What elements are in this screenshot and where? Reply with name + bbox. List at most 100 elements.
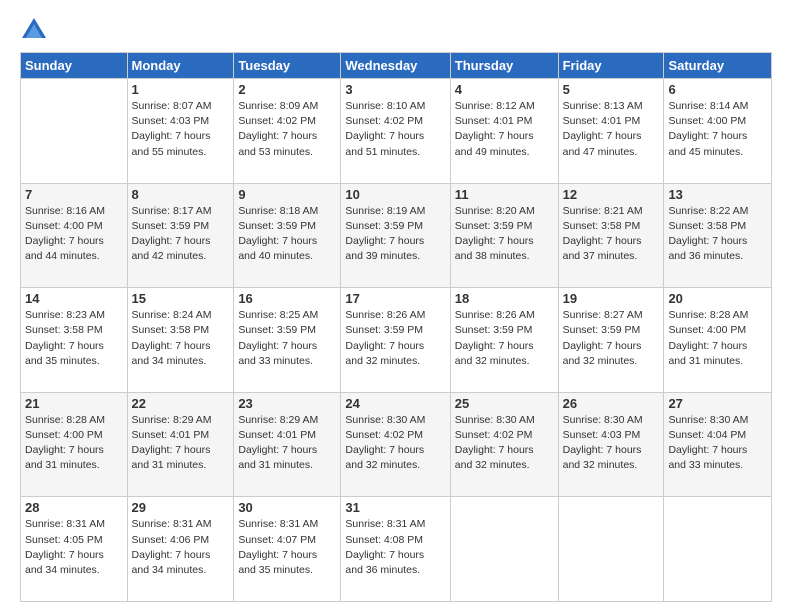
calendar-cell: 25 Sunrise: 8:30 AMSunset: 4:02 PMDayligh…: [450, 392, 558, 497]
calendar-cell: 26 Sunrise: 8:30 AMSunset: 4:03 PMDayligh…: [558, 392, 664, 497]
day-number: 24: [345, 396, 445, 411]
day-number: 21: [25, 396, 123, 411]
day-number: 14: [25, 291, 123, 306]
day-info: Sunrise: 8:29 AMSunset: 4:01 PMDaylight:…: [132, 413, 230, 474]
day-info: Sunrise: 8:27 AMSunset: 3:59 PMDaylight:…: [563, 308, 660, 369]
day-info: Sunrise: 8:18 AMSunset: 3:59 PMDaylight:…: [238, 204, 336, 265]
day-info: Sunrise: 8:30 AMSunset: 4:03 PMDaylight:…: [563, 413, 660, 474]
day-info: Sunrise: 8:31 AMSunset: 4:06 PMDaylight:…: [132, 517, 230, 578]
calendar-cell: 3Sunrise: 8:10 AMSunset: 4:02 PMDaylight…: [341, 79, 450, 184]
week-row-1: 1 Sunrise: 8:07 AMSunset: 4:03 PMDaylight…: [21, 79, 772, 184]
calendar-cell: 2Sunrise: 8:09 AMSunset: 4:02 PMDaylight…: [234, 79, 341, 184]
day-info: Sunrise: 8:25 AMSunset: 3:59 PMDaylight:…: [238, 308, 336, 369]
day-info: Sunrise: 8:31 AMSunset: 4:08 PMDaylight:…: [345, 517, 445, 578]
calendar-cell: 28 Sunrise: 8:31 AMSunset: 4:05 PMDayligh…: [21, 497, 128, 602]
day-info: Sunrise: 8:20 AMSunset: 3:59 PMDaylight:…: [455, 204, 554, 265]
logo: [20, 16, 52, 44]
header-day-sunday: Sunday: [21, 53, 128, 79]
week-row-5: 28 Sunrise: 8:31 AMSunset: 4:05 PMDayligh…: [21, 497, 772, 602]
page: SundayMondayTuesdayWednesdayThursdayFrid…: [0, 0, 792, 612]
day-number: 25: [455, 396, 554, 411]
calendar-body: 1 Sunrise: 8:07 AMSunset: 4:03 PMDaylight…: [21, 79, 772, 602]
header-day-thursday: Thursday: [450, 53, 558, 79]
day-number: 22: [132, 396, 230, 411]
day-info: Sunrise: 8:16 AMSunset: 4:00 PMDaylight:…: [25, 204, 123, 265]
calendar-cell: 14 Sunrise: 8:23 AMSunset: 3:58 PMDayligh…: [21, 288, 128, 393]
day-info: Sunrise: 8:26 AMSunset: 3:59 PMDaylight:…: [455, 308, 554, 369]
calendar-cell: 10 Sunrise: 8:19 AMSunset: 3:59 PMDayligh…: [341, 183, 450, 288]
week-row-4: 21 Sunrise: 8:28 AMSunset: 4:00 PMDayligh…: [21, 392, 772, 497]
day-info: Sunrise: 8:21 AMSunset: 3:58 PMDaylight:…: [563, 204, 660, 265]
calendar-cell: [664, 497, 772, 602]
day-info: Sunrise: 8:31 AMSunset: 4:05 PMDaylight:…: [25, 517, 123, 578]
calendar-cell: 6Sunrise: 8:14 AMSunset: 4:00 PMDaylight…: [664, 79, 772, 184]
header-day-tuesday: Tuesday: [234, 53, 341, 79]
day-number: 28: [25, 500, 123, 515]
day-number: 16: [238, 291, 336, 306]
calendar-cell: 8Sunrise: 8:17 AMSunset: 3:59 PMDaylight…: [127, 183, 234, 288]
day-info: Sunrise: 8:29 AMSunset: 4:01 PMDaylight:…: [238, 413, 336, 474]
day-number: 12: [563, 187, 660, 202]
header: [20, 16, 772, 44]
day-number: 8: [132, 187, 230, 202]
day-info: Sunrise: 8:28 AMSunset: 4:00 PMDaylight:…: [668, 308, 767, 369]
day-info: Sunrise: 8:13 AMSunset: 4:01 PMDaylight:…: [563, 99, 660, 160]
day-info: Sunrise: 8:09 AMSunset: 4:02 PMDaylight:…: [238, 99, 336, 160]
day-number: 15: [132, 291, 230, 306]
day-info: Sunrise: 8:07 AMSunset: 4:03 PMDaylight:…: [132, 99, 230, 160]
header-row: SundayMondayTuesdayWednesdayThursdayFrid…: [21, 53, 772, 79]
calendar-cell: 11 Sunrise: 8:20 AMSunset: 3:59 PMDayligh…: [450, 183, 558, 288]
calendar-cell: 16 Sunrise: 8:25 AMSunset: 3:59 PMDayligh…: [234, 288, 341, 393]
day-info: Sunrise: 8:30 AMSunset: 4:02 PMDaylight:…: [345, 413, 445, 474]
week-row-3: 14 Sunrise: 8:23 AMSunset: 3:58 PMDayligh…: [21, 288, 772, 393]
day-number: 23: [238, 396, 336, 411]
calendar-cell: 9 Sunrise: 8:18 AMSunset: 3:59 PMDaylight…: [234, 183, 341, 288]
calendar-cell: 20 Sunrise: 8:28 AMSunset: 4:00 PMDayligh…: [664, 288, 772, 393]
day-number: 19: [563, 291, 660, 306]
day-info: Sunrise: 8:12 AMSunset: 4:01 PMDaylight:…: [455, 99, 554, 160]
calendar-cell: [450, 497, 558, 602]
day-number: 18: [455, 291, 554, 306]
day-number: 17: [345, 291, 445, 306]
calendar-cell: 13Sunrise: 8:22 AMSunset: 3:58 PMDayligh…: [664, 183, 772, 288]
day-info: Sunrise: 8:14 AMSunset: 4:00 PMDaylight:…: [668, 99, 767, 160]
calendar-cell: 12 Sunrise: 8:21 AMSunset: 3:58 PMDayligh…: [558, 183, 664, 288]
calendar-cell: 5 Sunrise: 8:13 AMSunset: 4:01 PMDaylight…: [558, 79, 664, 184]
day-info: Sunrise: 8:23 AMSunset: 3:58 PMDaylight:…: [25, 308, 123, 369]
day-number: 20: [668, 291, 767, 306]
day-number: 1: [132, 82, 230, 97]
header-day-friday: Friday: [558, 53, 664, 79]
day-info: Sunrise: 8:10 AMSunset: 4:02 PMDaylight:…: [345, 99, 445, 160]
day-number: 30: [238, 500, 336, 515]
calendar-cell: 15 Sunrise: 8:24 AMSunset: 3:58 PMDayligh…: [127, 288, 234, 393]
calendar-cell: 21 Sunrise: 8:28 AMSunset: 4:00 PMDayligh…: [21, 392, 128, 497]
calendar-cell: 4Sunrise: 8:12 AMSunset: 4:01 PMDaylight…: [450, 79, 558, 184]
day-info: Sunrise: 8:28 AMSunset: 4:00 PMDaylight:…: [25, 413, 123, 474]
calendar-cell: 7 Sunrise: 8:16 AMSunset: 4:00 PMDaylight…: [21, 183, 128, 288]
day-number: 31: [345, 500, 445, 515]
day-info: Sunrise: 8:30 AMSunset: 4:04 PMDaylight:…: [668, 413, 767, 474]
day-info: Sunrise: 8:26 AMSunset: 3:59 PMDaylight:…: [345, 308, 445, 369]
day-number: 26: [563, 396, 660, 411]
logo-icon: [20, 16, 48, 44]
header-day-monday: Monday: [127, 53, 234, 79]
day-number: 10: [345, 187, 445, 202]
calendar-cell: 22 Sunrise: 8:29 AMSunset: 4:01 PMDayligh…: [127, 392, 234, 497]
header-day-saturday: Saturday: [664, 53, 772, 79]
day-number: 7: [25, 187, 123, 202]
day-number: 9: [238, 187, 336, 202]
day-number: 11: [455, 187, 554, 202]
calendar-cell: 18 Sunrise: 8:26 AMSunset: 3:59 PMDayligh…: [450, 288, 558, 393]
calendar-cell: 30Sunrise: 8:31 AMSunset: 4:07 PMDayligh…: [234, 497, 341, 602]
day-number: 5: [563, 82, 660, 97]
day-info: Sunrise: 8:30 AMSunset: 4:02 PMDaylight:…: [455, 413, 554, 474]
day-info: Sunrise: 8:22 AMSunset: 3:58 PMDaylight:…: [668, 204, 767, 265]
day-info: Sunrise: 8:19 AMSunset: 3:59 PMDaylight:…: [345, 204, 445, 265]
day-info: Sunrise: 8:24 AMSunset: 3:58 PMDaylight:…: [132, 308, 230, 369]
calendar-cell: 17 Sunrise: 8:26 AMSunset: 3:59 PMDayligh…: [341, 288, 450, 393]
calendar-cell: [21, 79, 128, 184]
header-day-wednesday: Wednesday: [341, 53, 450, 79]
day-number: 29: [132, 500, 230, 515]
calendar-cell: 31 Sunrise: 8:31 AMSunset: 4:08 PMDayligh…: [341, 497, 450, 602]
day-number: 27: [668, 396, 767, 411]
